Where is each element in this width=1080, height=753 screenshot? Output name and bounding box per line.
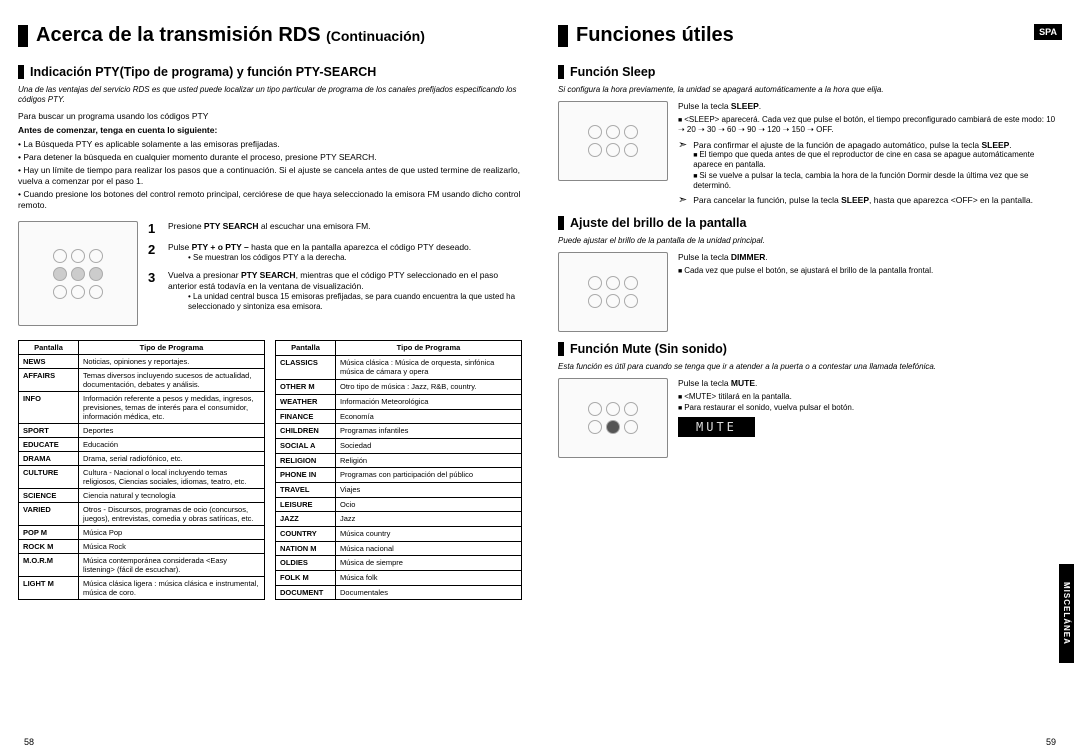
pty-table-b: PantallaTipo de Programa CLASSICSMúsica … xyxy=(275,340,522,600)
sleep-text: Pulse la tecla SLEEP. <SLEEP> aparecerá.… xyxy=(678,101,1062,206)
language-badge: SPA xyxy=(1034,24,1062,40)
table-row: CHILDRENProgramas infantiles xyxy=(276,424,522,439)
intro-brightness: Puede ajustar el brillo de la pantalla d… xyxy=(558,236,1062,246)
bullets-before: La Búsqueda PTY es aplicable solamente a… xyxy=(18,139,522,211)
list-item: Para detener la búsqueda en cualquier mo… xyxy=(18,152,522,163)
para-search: Para buscar un programa usando los códig… xyxy=(18,111,522,122)
table-row: WEATHERInformación Meteorológica xyxy=(276,394,522,409)
table-row: LEISUREOcio xyxy=(276,497,522,512)
mute-text: Pulse la tecla MUTE. <MUTE> titilará en … xyxy=(678,378,1062,458)
h1-rds: Acerca de la transmisión RDS (Continuaci… xyxy=(36,24,425,47)
section-tab: MISCELÁNEA xyxy=(1059,564,1074,663)
steps-list: 1 Presione PTY SEARCH al escuchar una em… xyxy=(148,221,522,326)
arrow-icon: ➣ xyxy=(678,140,687,151)
remote-diagram-mute xyxy=(558,378,668,458)
table-row: OLDIESMúsica de siempre xyxy=(276,556,522,571)
table-row: NEWSNoticias, opiniones y reportajes. xyxy=(19,355,265,369)
heading-bar-icon xyxy=(18,25,28,47)
table-row: POP MMúsica Pop xyxy=(19,526,265,540)
table-row: SPORTDeportes xyxy=(19,424,265,438)
subheading-mute: Función Mute (Sin sonido) xyxy=(558,342,1062,356)
h1-rds-main: Acerca de la transmisión RDS xyxy=(36,24,326,46)
table-row: TRAVELViajes xyxy=(276,482,522,497)
table-row: FOLK MMúsica folk xyxy=(276,570,522,585)
arrow-note: ➣ Para confirmar el ajuste de la función… xyxy=(678,140,1062,192)
list-item: Hay un límite de tiempo para realizar lo… xyxy=(18,165,522,187)
brightness-text: Pulse la tecla DIMMER. Cada vez que puls… xyxy=(678,252,1062,332)
subheading-sleep: Función Sleep xyxy=(558,65,1062,79)
table-row: OTHER MOtro tipo de música : Jazz, R&B, … xyxy=(276,380,522,395)
table-row: M.O.R.MMúsica contemporánea considerada … xyxy=(19,554,265,577)
remote-diagram-sleep xyxy=(558,101,668,181)
step-1: 1 Presione PTY SEARCH al escuchar una em… xyxy=(148,221,522,236)
subheading-pty: Indicación PTY(Tipo de programa) y funci… xyxy=(18,65,522,79)
table-row: DRAMADrama, serial radiofónico, etc. xyxy=(19,452,265,466)
table-row: JAZZJazz xyxy=(276,512,522,527)
table-row: RELIGIONReligión xyxy=(276,453,522,468)
subheading-bar-icon xyxy=(558,216,564,230)
page-number-left: 58 xyxy=(24,737,34,747)
table-row: EDUCATEEducación xyxy=(19,438,265,452)
table-row: ROCK MMúsica Rock xyxy=(19,540,265,554)
table-row: INFOInformación referente a pesos y medi… xyxy=(19,392,265,424)
step-3: 3 Vuelva a presionar PTY SEARCH, mientra… xyxy=(148,270,522,313)
intro-pty: Una de las ventajas del servicio RDS es … xyxy=(18,85,522,105)
table-row: SOCIAL ASociedad xyxy=(276,438,522,453)
intro-sleep: Si configura la hora previamente, la uni… xyxy=(558,85,1062,95)
table-row: CLASSICSMúsica clásica : Música de orque… xyxy=(276,356,522,380)
table-row: CULTURECultura - Nacional o local incluy… xyxy=(19,466,265,489)
pty-tables: PantallaTipo de Programa NEWSNoticias, o… xyxy=(18,340,522,600)
page-right: SPA Funciones útiles Función Sleep Si co… xyxy=(558,24,1062,704)
arrow-note: ➣ Para cancelar la función, pulse la tec… xyxy=(678,195,1062,206)
table-row: LIGHT MMúsica clásica ligera : música cl… xyxy=(19,577,265,600)
step-2: 2 Pulse PTY + o PTY – hasta que en la pa… xyxy=(148,242,522,263)
table-row: SCIENCECiencia natural y tecnología xyxy=(19,489,265,503)
table-row: COUNTRYMúsica country xyxy=(276,526,522,541)
h2-pty: Indicación PTY(Tipo de programa) y funci… xyxy=(30,65,376,79)
table-row: DOCUMENTDocumentales xyxy=(276,585,522,600)
h2-mute: Función Mute (Sin sonido) xyxy=(570,342,727,356)
table-row: VARIEDOtros - Discursos, programas de oc… xyxy=(19,503,265,526)
subheading-bar-icon xyxy=(558,342,564,356)
list-item: Cuando presione los botones del control … xyxy=(18,189,522,211)
subhead-before: Antes de comenzar, tenga en cuenta lo si… xyxy=(18,125,522,136)
table-row: PHONE INProgramas con participación del … xyxy=(276,468,522,483)
intro-mute: Esta función es útil para cuando se teng… xyxy=(558,362,1062,372)
heading-bar-icon xyxy=(558,25,568,47)
page-number-right: 59 xyxy=(1046,737,1056,747)
subheading-bar-icon xyxy=(18,65,24,79)
heading-funciones: Funciones útiles xyxy=(558,24,1062,47)
pty-table-a: PantallaTipo de Programa NEWSNoticias, o… xyxy=(18,340,265,600)
h2-brightness: Ajuste del brillo de la pantalla xyxy=(570,216,746,230)
list-item: La Búsqueda PTY es aplicable solamente a… xyxy=(18,139,522,150)
mute-display: MUTE xyxy=(678,417,755,437)
subheading-bar-icon xyxy=(558,65,564,79)
table-row: FINANCEEconomía xyxy=(276,409,522,424)
table-row: AFFAIRSTemas diversos incluyendo sucesos… xyxy=(19,369,265,392)
arrow-icon: ➣ xyxy=(678,195,687,206)
remote-diagram xyxy=(18,221,138,326)
table-row: NATION MMúsica nacional xyxy=(276,541,522,556)
h1-rds-cont: (Continuación) xyxy=(326,28,425,44)
page-left: Acerca de la transmisión RDS (Continuaci… xyxy=(18,24,522,704)
subheading-brightness: Ajuste del brillo de la pantalla xyxy=(558,216,1062,230)
remote-diagram-dimmer xyxy=(558,252,668,332)
h1-funciones: Funciones útiles xyxy=(576,24,734,47)
h2-sleep: Función Sleep xyxy=(570,65,655,79)
heading-rds: Acerca de la transmisión RDS (Continuaci… xyxy=(18,24,522,47)
